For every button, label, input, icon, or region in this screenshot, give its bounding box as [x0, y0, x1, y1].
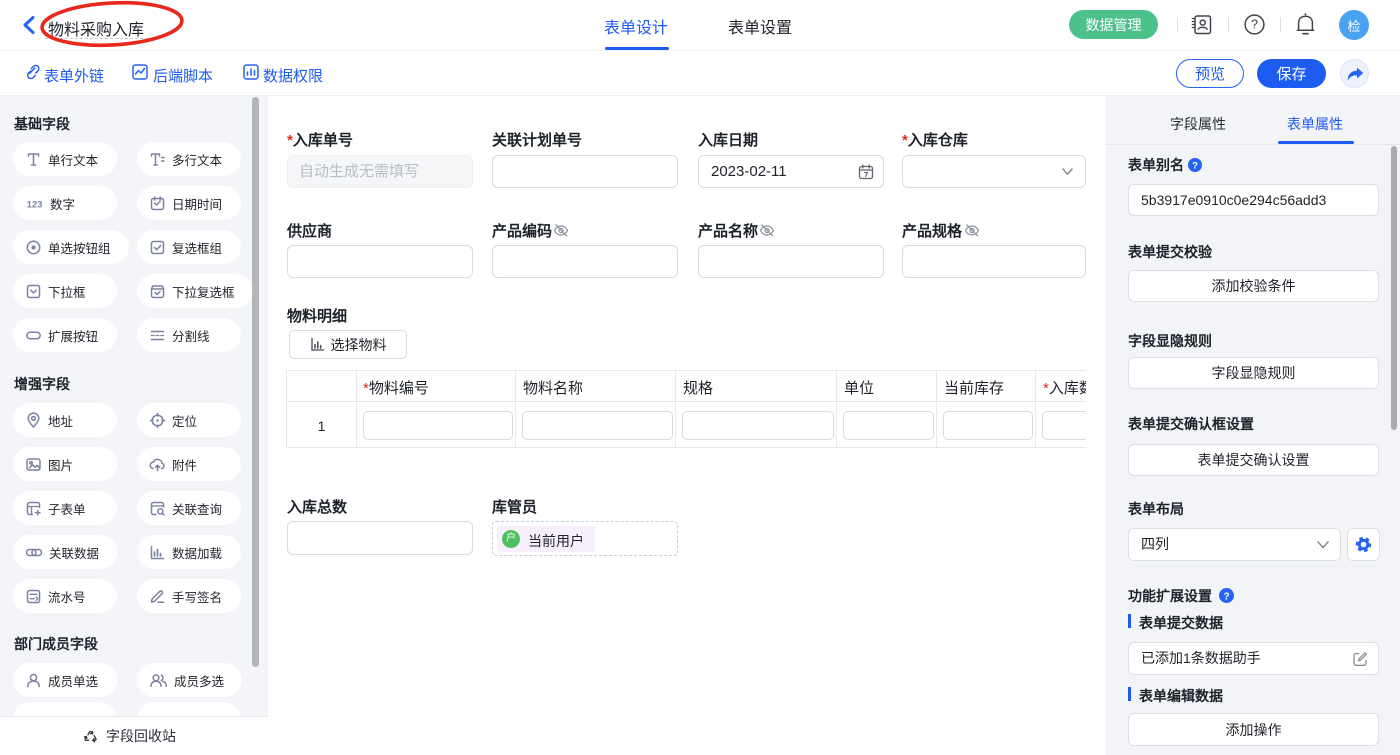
svg-text:?: ? — [1192, 161, 1198, 172]
svg-text:?: ? — [1223, 591, 1229, 602]
svg-text:?: ? — [1251, 18, 1258, 32]
svg-text:123: 123 — [27, 199, 43, 210]
